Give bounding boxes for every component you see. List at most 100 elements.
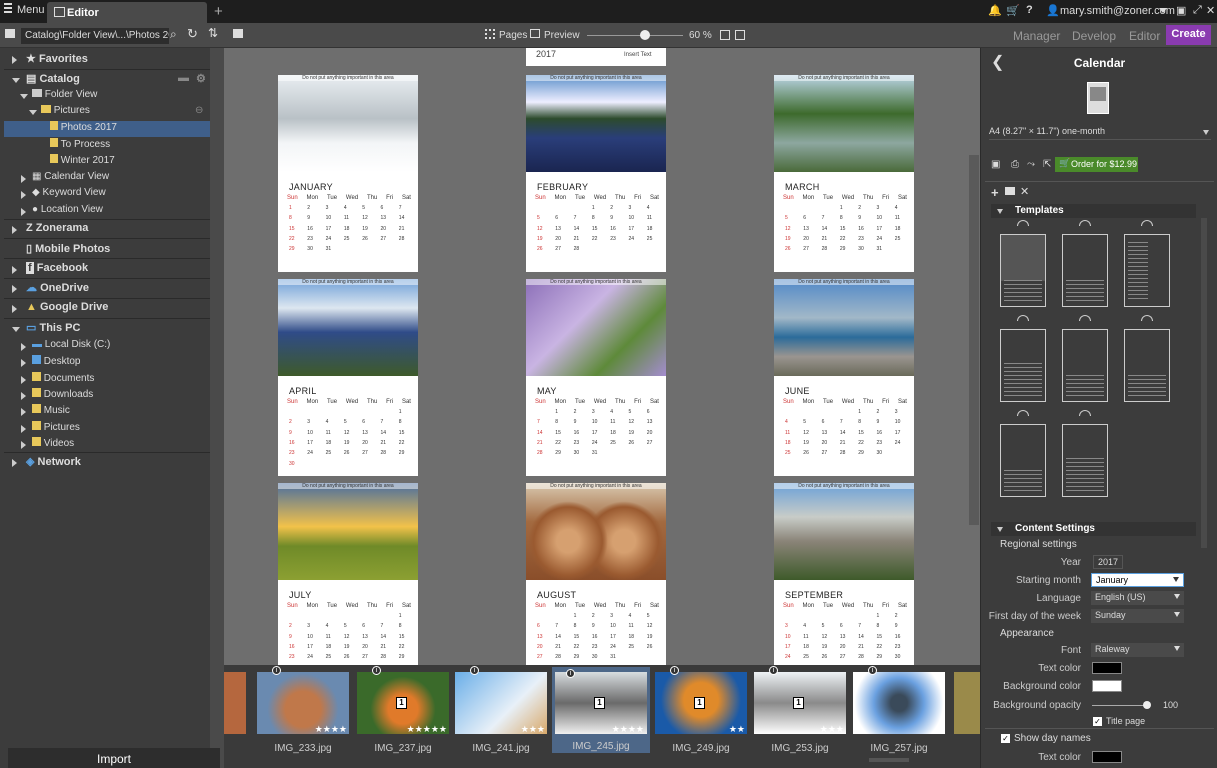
calendar-photo[interactable]	[774, 75, 914, 172]
text-color-swatch[interactable]	[1092, 662, 1122, 674]
tree-photos-2017[interactable]: Photos 2017	[4, 121, 210, 137]
tree-keyword-view[interactable]: ◆ Keyword View	[20, 187, 106, 203]
tab-create[interactable]: Create	[1166, 25, 1211, 45]
tree-this-pc[interactable]: ▭ This PC	[10, 321, 80, 337]
tree-mobile-photos[interactable]: ▯ Mobile Photos	[26, 242, 110, 258]
tab-editor-mode[interactable]: Editor	[1129, 29, 1160, 43]
star-rating[interactable]: ★★★★	[612, 724, 644, 735]
calendar-photo[interactable]	[774, 279, 914, 376]
star-rating[interactable]: ★★	[729, 724, 745, 735]
expand-icon[interactable]	[21, 175, 26, 183]
expand-icon[interactable]	[12, 305, 17, 313]
content-settings-header[interactable]: Content Settings	[991, 522, 1196, 536]
sort-icon[interactable]: ⇅	[208, 26, 218, 40]
search-icon[interactable]: ⌕	[170, 27, 177, 42]
expand-icon[interactable]	[12, 56, 17, 64]
export-icon[interactable]	[233, 29, 243, 38]
calendar-page[interactable]: Do not put anything important in this ar…	[278, 483, 418, 665]
expand-icon[interactable]	[21, 376, 26, 384]
calendar-page[interactable]: Do not put anything important in this ar…	[526, 483, 666, 665]
tree-zonerama[interactable]: Z Zonerama	[12, 222, 88, 238]
filmstrip-thumbnail[interactable]: 1 ★★★ i IMG_253.jpg	[754, 666, 846, 754]
user-icon[interactable]: 👤	[1046, 4, 1060, 17]
info-icon[interactable]: i	[670, 666, 679, 675]
import-button[interactable]: Import	[8, 748, 220, 768]
template-thumbnail[interactable]	[1059, 315, 1111, 403]
collapse-icon[interactable]	[20, 94, 28, 99]
year-input[interactable]: 2017	[1093, 555, 1123, 569]
help-icon[interactable]: ?	[1026, 4, 1033, 16]
expand-icon[interactable]	[21, 191, 26, 199]
tree-folder-view[interactable]: Folder View	[20, 89, 97, 105]
collapse-icon[interactable]	[29, 110, 37, 115]
expand-icon[interactable]	[21, 359, 26, 367]
refresh-icon[interactable]: ↻	[187, 26, 198, 42]
tree-to-process[interactable]: To Process	[50, 138, 110, 154]
star-rating[interactable]: ★	[935, 724, 943, 735]
tree-facebook[interactable]: f Facebook	[12, 262, 88, 278]
tree-onedrive[interactable]: ☁ OneDrive	[12, 281, 89, 297]
filmstrip-thumbnail[interactable]: ★★★★ i IMG_233.jpg	[257, 666, 349, 754]
font-select[interactable]: Raleway	[1091, 643, 1184, 657]
info-icon[interactable]: i	[272, 666, 281, 675]
tree-catalog[interactable]: ▤ Catalog ▬ ⚙	[10, 72, 210, 88]
calendar-page[interactable]: Do not put anything important in this ar…	[526, 75, 666, 272]
calendar-photo[interactable]	[526, 483, 666, 580]
filmstrip-thumbnail[interactable]: 1 ★★★★ i IMG_245.jpg	[552, 667, 650, 753]
expand-icon[interactable]	[12, 226, 17, 234]
folder-icon[interactable]	[5, 29, 15, 38]
expand-icon[interactable]	[21, 425, 26, 433]
template-thumbnail[interactable]	[1121, 220, 1173, 308]
export-icon[interactable]: ⇱	[1043, 159, 1051, 170]
tab-manager[interactable]: Manager	[1013, 29, 1060, 43]
zoom-slider-handle[interactable]	[639, 30, 650, 40]
close-icon[interactable]: ✕	[1206, 4, 1215, 17]
bell-icon[interactable]: 🔔	[988, 4, 1002, 17]
expand-icon[interactable]	[21, 208, 26, 216]
tree-pictures-pc[interactable]: Pictures	[20, 421, 80, 437]
calendar-photo[interactable]	[526, 75, 666, 172]
fullscreen-icon[interactable]: ⤢	[1193, 4, 1202, 17]
filmstrip-thumbnail[interactable]: 1 ★★ i IMG_249.jpg	[655, 666, 747, 754]
calendar-photo[interactable]	[278, 279, 418, 376]
filmstrip-scrollbar[interactable]	[869, 758, 909, 762]
collapse-icon[interactable]	[12, 78, 20, 83]
filmstrip-thumbnail[interactable]: ★★★ i IMG_241.jpg	[455, 666, 547, 754]
filmstrip-thumbnail[interactable]: 1 ★★★★★ i IMG_237.jpg	[357, 666, 449, 754]
templates-scrollbar[interactable]	[1201, 218, 1207, 548]
calendar-photo[interactable]	[774, 483, 914, 580]
starting-month-select[interactable]: January	[1091, 573, 1184, 587]
sync-icon[interactable]: ⊖	[195, 105, 203, 116]
tree-desktop[interactable]: Desktop	[20, 355, 80, 371]
tree-pictures[interactable]: Pictures ⊖	[29, 105, 210, 121]
template-thumbnail[interactable]	[1121, 315, 1173, 403]
templates-header[interactable]: Templates	[991, 204, 1196, 218]
day-names-text-color-swatch[interactable]	[1092, 751, 1122, 763]
gear-icon[interactable]: ⚙	[196, 72, 206, 85]
info-icon[interactable]: i	[470, 666, 479, 675]
info-icon[interactable]: i	[566, 669, 575, 678]
tree-google-drive[interactable]: ▲ Google Drive	[12, 301, 108, 317]
tree-local-disk[interactable]: ▬ Local Disk (C:)	[20, 339, 110, 355]
language-select[interactable]: English (US)	[1091, 591, 1184, 605]
tree-downloads[interactable]: Downloads	[20, 388, 93, 404]
template-thumbnail[interactable]	[997, 315, 1049, 403]
share-icon[interactable]: ⤳	[1027, 159, 1035, 170]
template-thumbnail[interactable]	[997, 220, 1049, 308]
expand-icon[interactable]	[21, 343, 26, 351]
tree-documents[interactable]: Documents	[20, 372, 94, 388]
tree-calendar-view[interactable]: ▦ Calendar View	[20, 171, 109, 187]
tree-network[interactable]: ◈ Network	[12, 455, 81, 471]
calendar-photo[interactable]	[278, 75, 418, 172]
calendar-page[interactable]: Do not put anything important in this ar…	[774, 75, 914, 272]
hamburger-icon[interactable]	[4, 3, 12, 13]
add-icon[interactable]: +	[991, 185, 999, 200]
tree-winter-2017[interactable]: Winter 2017	[50, 154, 115, 170]
actual-size-icon[interactable]	[720, 30, 730, 40]
order-button[interactable]: 🛒 Order for $12.99	[1055, 157, 1138, 172]
print-icon[interactable]: ⎙	[1011, 159, 1019, 170]
calendar-photo[interactable]	[278, 483, 418, 580]
thumbnail-partial[interactable]	[954, 672, 980, 734]
tree-music[interactable]: Music	[20, 404, 70, 420]
star-rating[interactable]: ★★★★	[315, 724, 347, 735]
